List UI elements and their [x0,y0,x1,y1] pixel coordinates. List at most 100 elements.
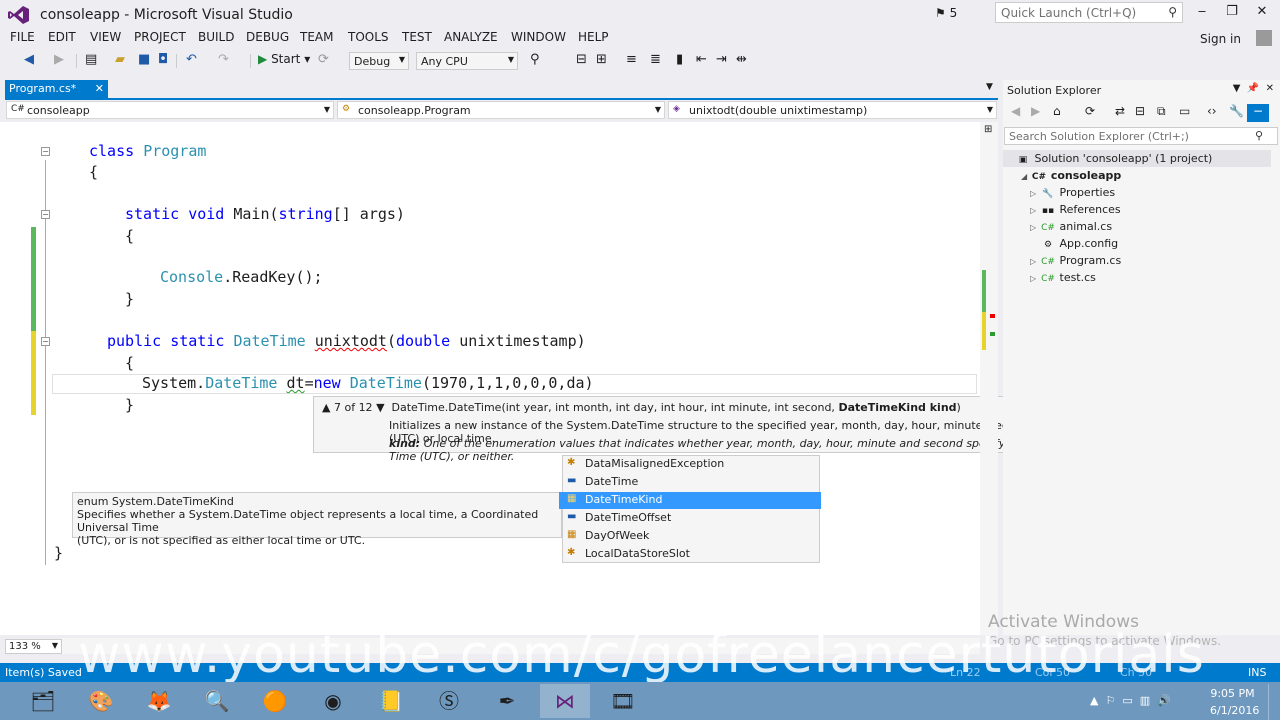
show-all-icon[interactable]: ⧉ [1157,104,1166,119]
collapse-icon[interactable]: − [41,210,50,219]
undo-icon[interactable]: ↶ [186,52,197,67]
avatar[interactable] [1256,30,1272,46]
next-bookmark-icon[interactable]: ⇥ [716,52,727,67]
find-icon[interactable]: ⚲ [530,52,540,67]
menu-debug[interactable]: DEBUG [246,30,289,44]
properties-icon[interactable]: 🔧 [1229,104,1244,118]
forward-icon[interactable]: ▶ [1031,104,1040,118]
tree-item-app-config[interactable]: ⚙ App.config [1030,237,1118,250]
show-hidden-icon[interactable]: ▲ [1090,694,1098,707]
toggle-icon[interactable]: ⊞ [596,52,607,67]
menu-project[interactable]: PROJECT [134,30,186,44]
indent-icon[interactable]: ≡ [626,52,637,67]
close-button[interactable]: ✕ [1252,4,1272,22]
menu-help[interactable]: HELP [578,30,609,44]
prev-bookmark-icon[interactable]: ⇤ [696,52,707,67]
completion-item[interactable]: ▬ DateTimeOffset [563,510,821,527]
back-icon[interactable]: ◀ [1011,104,1020,118]
tree-item-animal-cs[interactable]: ▷ C# animal.cs [1030,220,1112,233]
pending-changes-icon[interactable]: − [1247,104,1269,122]
forward-icon[interactable]: ▶ [54,52,64,67]
next-overload-icon[interactable]: ▼ [376,401,384,414]
member-dropdown[interactable]: ◈ unixtodt(double unixtimestamp) ▼ [668,101,997,119]
solution-navigator-icon[interactable]: ⊟ [576,52,587,67]
collapse-all-icon[interactable]: ⊟ [1135,104,1145,118]
open-file-icon[interactable]: ▰ [115,52,125,67]
firefox-icon[interactable]: 🦊 [134,684,184,718]
skype-icon[interactable]: Ⓢ [424,684,474,718]
preview-icon[interactable]: ▭ [1179,104,1190,118]
menu-view[interactable]: VIEW [90,30,121,44]
prev-overload-icon[interactable]: ▲ [322,401,330,414]
tree-item-solution[interactable]: ▣ Solution 'consoleapp' (1 project) [1015,152,1213,165]
tab-overflow-icon[interactable]: ▼ [986,82,993,92]
menu-file[interactable]: FILE [10,30,35,44]
volume-icon[interactable]: 🔊 [1157,694,1171,707]
collapsed-icon[interactable]: ▷ [1030,274,1040,283]
outdent-icon[interactable]: ≣ [650,52,661,67]
collapse-icon[interactable]: − [41,147,50,156]
network-icon[interactable]: ▥ [1140,694,1150,707]
vertical-scrollbar[interactable]: ⊞ [980,122,998,635]
completion-item[interactable]: ✱ LocalDataStoreSlot [563,546,821,563]
paint-icon[interactable]: 🎨 [76,684,126,718]
maximize-button[interactable]: ❐ [1222,4,1242,22]
menu-build[interactable]: BUILD [198,30,234,44]
bookmark-icon[interactable]: ▮ [676,52,683,67]
collapsed-icon[interactable]: ▷ [1030,189,1040,198]
clock-date[interactable]: 6/1/2016 [1210,704,1259,717]
project-dropdown[interactable]: C# consoleapp ▼ [6,101,334,119]
collapsed-icon[interactable]: ▷ [1030,257,1040,266]
menu-analyze[interactable]: ANALYZE [444,30,498,44]
menu-edit[interactable]: EDIT [48,30,76,44]
clear-bookmarks-icon[interactable]: ⇹ [736,52,747,67]
close-tab-icon[interactable]: ✕ [95,82,104,95]
sync-icon[interactable]: ⟳ [1085,104,1095,118]
save-icon[interactable]: ■ [138,52,150,67]
completion-item[interactable]: ✱ DataMisalignedException [563,456,821,473]
recorder-icon[interactable]: 🎞 [598,684,648,718]
collapsed-icon[interactable]: ▷ [1030,223,1040,232]
tab-program-cs[interactable]: Program.cs* ✕ [5,80,108,98]
file-explorer-icon[interactable]: 🗂 [18,684,68,718]
tree-item-references[interactable]: ▷ ▪▪ References [1030,203,1121,216]
menu-team[interactable]: TEAM [300,30,333,44]
refresh-icon[interactable]: ⇄ [1115,104,1125,118]
tool-icon[interactable]: 🔍 [192,684,242,718]
quick-launch-input[interactable]: Quick Launch (Ctrl+Q) ⚲ [995,2,1183,23]
sign-in-link[interactable]: Sign in [1200,32,1241,46]
menu-window[interactable]: WINDOW [511,30,566,44]
configuration-dropdown[interactable]: Debug ▼ [349,52,409,70]
visual-studio-taskbar-icon[interactable]: ⋈ [540,684,590,718]
flag-icon[interactable]: ⚐ [1105,694,1115,707]
attach-icon[interactable]: ⟳ [318,52,329,67]
menu-tools[interactable]: TOOLS [348,30,389,44]
home-icon[interactable]: ⌂ [1053,104,1061,118]
tree-item-project[interactable]: ◢ C# consoleapp [1021,169,1121,182]
completion-item[interactable]: ▦ DayOfWeek [563,528,821,545]
notes-icon[interactable]: 📒 [366,684,416,718]
back-icon[interactable]: ◀ [24,52,34,67]
tree-item-test-cs[interactable]: ▷ C# test.cs [1030,271,1096,284]
split-icon[interactable]: ⊞ [984,124,992,135]
notifications-flag[interactable]: ⚑ 5 [935,6,957,20]
redo-icon[interactable]: ↷ [218,52,229,67]
completion-item[interactable]: ▬ DateTime [563,474,821,491]
show-desktop-button[interactable] [1268,684,1280,720]
collapse-icon[interactable]: − [41,337,50,346]
minimize-button[interactable]: ‒ [1192,4,1212,22]
collapsed-icon[interactable]: ▷ [1030,206,1040,215]
chrome-icon[interactable]: ◉ [308,684,358,718]
expanded-icon[interactable]: ◢ [1021,172,1031,181]
menu-test[interactable]: TEST [402,30,432,44]
new-project-icon[interactable]: ▤ [85,52,97,67]
pen-icon[interactable]: ✒ [482,684,532,718]
pin-icon[interactable]: 📌 [1247,83,1259,94]
monitor-icon[interactable]: ▭ [1122,694,1132,707]
class-dropdown[interactable]: ⚙ consoleapp.Program ▼ [337,101,665,119]
media-icon[interactable]: 🟠 [250,684,300,718]
dropdown-icon[interactable]: ▼ [1233,83,1241,94]
view-code-icon[interactable]: ‹› [1207,104,1217,118]
close-icon[interactable]: ✕ [1266,83,1274,94]
completion-item-selected[interactable]: ▦ DateTimeKind [559,492,821,509]
